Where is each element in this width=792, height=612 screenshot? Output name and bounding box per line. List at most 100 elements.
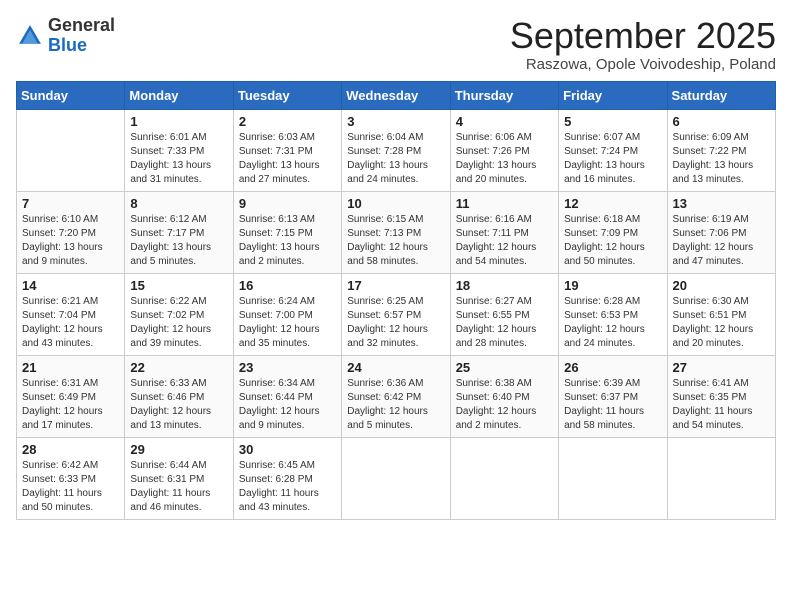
day-number: 14 [22, 278, 119, 293]
weekday-header-saturday: Saturday [667, 81, 775, 109]
month-title: September 2025 [510, 16, 776, 56]
day-info: Sunrise: 6:41 AM Sunset: 6:35 PM Dayligh… [673, 377, 770, 433]
day-info: Sunrise: 6:16 AM Sunset: 7:11 PM Dayligh… [456, 213, 553, 269]
day-info: Sunrise: 6:13 AM Sunset: 7:15 PM Dayligh… [239, 213, 336, 269]
day-number: 1 [130, 114, 227, 129]
calendar-cell: 8Sunrise: 6:12 AM Sunset: 7:17 PM Daylig… [125, 191, 233, 273]
calendar-cell: 20 Sunrise: 6:30 AM Sunset: 6:51 PM Dayli… [667, 273, 775, 355]
calendar-cell: 25Sunrise: 6:38 AM Sunset: 6:40 PM Dayli… [450, 355, 558, 437]
day-info: Sunrise: 6:18 AM Sunset: 7:09 PM Dayligh… [564, 213, 661, 269]
calendar-cell: 29 Sunrise: 6:44 AM Sunset: 6:31 PM Dayli… [125, 437, 233, 519]
day-number: 28 [22, 442, 119, 457]
day-number: 18 [456, 278, 553, 293]
calendar-cell: 1 Sunrise: 6:01 AM Sunset: 7:33 PM Daylig… [125, 109, 233, 191]
logo-icon [16, 22, 44, 50]
day-info: Sunrise: 6:45 AM Sunset: 6:28 PM Dayligh… [239, 459, 336, 515]
day-info: Sunrise: 6:03 AM Sunset: 7:31 PM Dayligh… [239, 131, 336, 187]
day-number: 27 [673, 360, 770, 375]
day-number: 2 [239, 114, 336, 129]
logo-blue-text: Blue [48, 35, 87, 55]
calendar-cell: 14 Sunrise: 6:21 AM Sunset: 7:04 PM Dayli… [17, 273, 125, 355]
day-info: Sunrise: 6:12 AM Sunset: 7:17 PM Dayligh… [130, 213, 227, 269]
day-number: 29 [130, 442, 227, 457]
day-info: Sunrise: 6:09 AM Sunset: 7:22 PM Dayligh… [673, 131, 770, 187]
day-info: Sunrise: 6:21 AM Sunset: 7:04 PM Dayligh… [22, 295, 119, 351]
day-info: Sunrise: 6:28 AM Sunset: 6:53 PM Dayligh… [564, 295, 661, 351]
calendar-cell: 11Sunrise: 6:16 AM Sunset: 7:11 PM Dayli… [450, 191, 558, 273]
calendar-cell: 5 Sunrise: 6:07 AM Sunset: 7:24 PM Daylig… [559, 109, 667, 191]
calendar-cell: 6Sunrise: 6:09 AM Sunset: 7:22 PM Daylig… [667, 109, 775, 191]
calendar-cell [450, 437, 558, 519]
calendar-table: SundayMondayTuesdayWednesdayThursdayFrid… [16, 81, 776, 520]
calendar-cell: 18 Sunrise: 6:27 AM Sunset: 6:55 PM Dayli… [450, 273, 558, 355]
day-number: 23 [239, 360, 336, 375]
day-number: 3 [347, 114, 444, 129]
day-number: 4 [456, 114, 553, 129]
calendar-cell [342, 437, 450, 519]
day-number: 30 [239, 442, 336, 457]
calendar-cell: 27 Sunrise: 6:41 AM Sunset: 6:35 PM Dayli… [667, 355, 775, 437]
day-number: 22 [130, 360, 227, 375]
weekday-header-friday: Friday [559, 81, 667, 109]
calendar-cell: 19 Sunrise: 6:28 AM Sunset: 6:53 PM Dayli… [559, 273, 667, 355]
calendar-cell: 24Sunrise: 6:36 AM Sunset: 6:42 PM Dayli… [342, 355, 450, 437]
day-number: 12 [564, 196, 661, 211]
calendar-week-row: 14 Sunrise: 6:21 AM Sunset: 7:04 PM Dayli… [17, 273, 776, 355]
day-info: Sunrise: 6:30 AM Sunset: 6:51 PM Dayligh… [673, 295, 770, 351]
day-number: 21 [22, 360, 119, 375]
calendar-cell: 10Sunrise: 6:15 AM Sunset: 7:13 PM Dayli… [342, 191, 450, 273]
weekday-header-wednesday: Wednesday [342, 81, 450, 109]
calendar-cell: 30 Sunrise: 6:45 AM Sunset: 6:28 PM Dayli… [233, 437, 341, 519]
day-number: 5 [564, 114, 661, 129]
calendar-cell [17, 109, 125, 191]
calendar-week-row: 1 Sunrise: 6:01 AM Sunset: 7:33 PM Daylig… [17, 109, 776, 191]
calendar-cell: 9 Sunrise: 6:13 AM Sunset: 7:15 PM Daylig… [233, 191, 341, 273]
day-number: 17 [347, 278, 444, 293]
day-info: Sunrise: 6:01 AM Sunset: 7:33 PM Dayligh… [130, 131, 227, 187]
day-info: Sunrise: 6:07 AM Sunset: 7:24 PM Dayligh… [564, 131, 661, 187]
day-info: Sunrise: 6:19 AM Sunset: 7:06 PM Dayligh… [673, 213, 770, 269]
day-info: Sunrise: 6:04 AM Sunset: 7:28 PM Dayligh… [347, 131, 444, 187]
weekday-header-sunday: Sunday [17, 81, 125, 109]
day-info: Sunrise: 6:10 AM Sunset: 7:20 PM Dayligh… [22, 213, 119, 269]
calendar-cell: 7 Sunrise: 6:10 AM Sunset: 7:20 PM Daylig… [17, 191, 125, 273]
day-info: Sunrise: 6:33 AM Sunset: 6:46 PM Dayligh… [130, 377, 227, 433]
calendar-cell: 15Sunrise: 6:22 AM Sunset: 7:02 PM Dayli… [125, 273, 233, 355]
calendar-cell [559, 437, 667, 519]
calendar-cell: 26Sunrise: 6:39 AM Sunset: 6:37 PM Dayli… [559, 355, 667, 437]
calendar-cell: 28 Sunrise: 6:42 AM Sunset: 6:33 PM Dayli… [17, 437, 125, 519]
title-block: September 2025 Raszowa, Opole Voivodeshi… [510, 16, 776, 73]
day-info: Sunrise: 6:44 AM Sunset: 6:31 PM Dayligh… [130, 459, 227, 515]
day-info: Sunrise: 6:36 AM Sunset: 6:42 PM Dayligh… [347, 377, 444, 433]
day-number: 20 [673, 278, 770, 293]
weekday-header-thursday: Thursday [450, 81, 558, 109]
logo: General Blue [16, 16, 115, 56]
day-info: Sunrise: 6:39 AM Sunset: 6:37 PM Dayligh… [564, 377, 661, 433]
day-info: Sunrise: 6:24 AM Sunset: 7:00 PM Dayligh… [239, 295, 336, 351]
calendar-cell: 12 Sunrise: 6:18 AM Sunset: 7:09 PM Dayli… [559, 191, 667, 273]
calendar-cell: 3 Sunrise: 6:04 AM Sunset: 7:28 PM Daylig… [342, 109, 450, 191]
day-info: Sunrise: 6:31 AM Sunset: 6:49 PM Dayligh… [22, 377, 119, 433]
calendar-cell [667, 437, 775, 519]
calendar-cell: 2 Sunrise: 6:03 AM Sunset: 7:31 PM Daylig… [233, 109, 341, 191]
day-number: 19 [564, 278, 661, 293]
location-subtitle: Raszowa, Opole Voivodeship, Poland [510, 56, 776, 73]
day-info: Sunrise: 6:06 AM Sunset: 7:26 PM Dayligh… [456, 131, 553, 187]
day-info: Sunrise: 6:34 AM Sunset: 6:44 PM Dayligh… [239, 377, 336, 433]
calendar-cell: 4 Sunrise: 6:06 AM Sunset: 7:26 PM Daylig… [450, 109, 558, 191]
day-info: Sunrise: 6:15 AM Sunset: 7:13 PM Dayligh… [347, 213, 444, 269]
day-number: 25 [456, 360, 553, 375]
calendar-cell: 23 Sunrise: 6:34 AM Sunset: 6:44 PM Dayli… [233, 355, 341, 437]
day-number: 7 [22, 196, 119, 211]
day-number: 15 [130, 278, 227, 293]
day-info: Sunrise: 6:42 AM Sunset: 6:33 PM Dayligh… [22, 459, 119, 515]
calendar-week-row: 21 Sunrise: 6:31 AM Sunset: 6:49 PM Dayli… [17, 355, 776, 437]
day-info: Sunrise: 6:27 AM Sunset: 6:55 PM Dayligh… [456, 295, 553, 351]
day-info: Sunrise: 6:25 AM Sunset: 6:57 PM Dayligh… [347, 295, 444, 351]
day-number: 9 [239, 196, 336, 211]
calendar-cell: 17 Sunrise: 6:25 AM Sunset: 6:57 PM Dayli… [342, 273, 450, 355]
calendar-cell: 16 Sunrise: 6:24 AM Sunset: 7:00 PM Dayli… [233, 273, 341, 355]
day-number: 16 [239, 278, 336, 293]
calendar-cell: 13Sunrise: 6:19 AM Sunset: 7:06 PM Dayli… [667, 191, 775, 273]
weekday-header-monday: Monday [125, 81, 233, 109]
